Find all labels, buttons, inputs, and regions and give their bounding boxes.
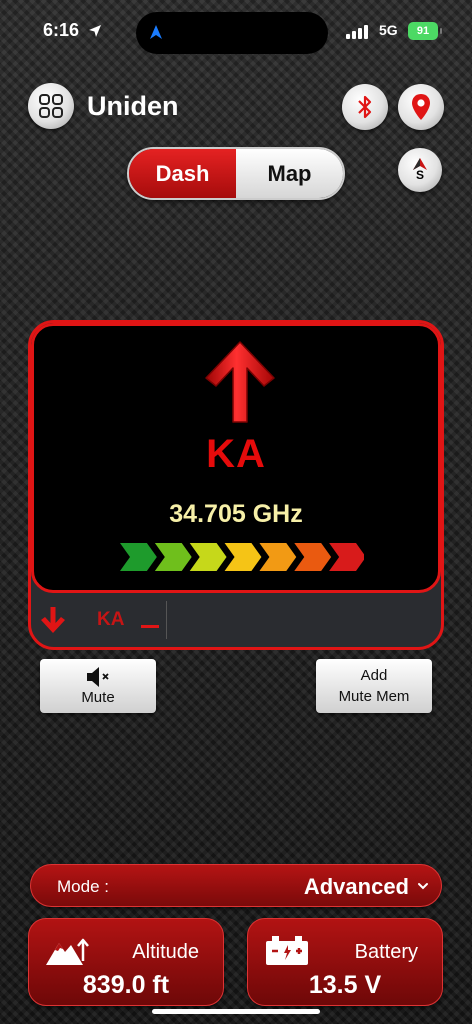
tab-map[interactable]: Map	[236, 149, 343, 198]
strength-chevron-3	[189, 543, 227, 571]
battery-card[interactable]: Battery 13.5 V	[247, 918, 443, 1006]
mute-label: Mute	[81, 689, 115, 706]
location-arrow-icon	[89, 25, 101, 37]
history-divider	[166, 601, 167, 639]
strength-chevron-1	[120, 543, 157, 571]
map-pin-icon	[412, 94, 430, 120]
direction-arrow-down-icon	[41, 607, 65, 633]
alert-display: KA 34.705 GHz	[31, 323, 441, 593]
altitude-label: Altitude	[132, 941, 199, 963]
chevron-down-icon	[418, 883, 428, 890]
direction-arrow-up-icon	[205, 341, 275, 423]
mode-value: Advanced	[303, 874, 409, 899]
strength-chevron-4	[224, 543, 262, 571]
strength-chevron-6	[294, 543, 332, 571]
mountain-altitude-icon	[46, 938, 89, 965]
mode-selector[interactable]: Mode : Advanced	[30, 864, 442, 907]
battery-label: Battery	[354, 941, 418, 963]
grid-menu-icon	[39, 94, 63, 118]
cellular-signal-icon	[346, 25, 372, 39]
strength-chevron-5	[259, 543, 297, 571]
view-tabs: Dash Map	[127, 147, 345, 200]
battery-level-icon: 91	[408, 22, 442, 40]
compass-button[interactable]: S	[398, 148, 442, 192]
network-type: 5G	[379, 22, 398, 38]
status-bar: 6:16 5G 91	[0, 0, 472, 64]
history-cursor	[141, 625, 159, 628]
speaker-mute-icon	[87, 667, 109, 687]
battery-value: 13.5 V	[308, 971, 382, 999]
car-battery-icon	[266, 936, 308, 965]
history-band: KA	[97, 609, 125, 630]
strength-chevron-7	[329, 543, 364, 571]
tab-dash[interactable]: Dash	[129, 149, 236, 198]
home-indicator[interactable]	[152, 1009, 320, 1014]
alert-panel: KA 34.705 GHz KA	[28, 320, 444, 650]
alert-history-row[interactable]: KA	[31, 593, 441, 647]
signal-strength-meter	[120, 543, 364, 571]
bluetooth-icon	[358, 95, 372, 119]
strength-chevron-2	[154, 543, 192, 571]
location-button[interactable]	[398, 84, 444, 130]
navigation-arrow-icon	[150, 25, 162, 39]
app-title: Uniden	[87, 91, 179, 121]
add-mute-label-line2: Mute Mem	[338, 688, 410, 705]
mute-button[interactable]: Mute	[40, 659, 156, 713]
add-mute-label-line1: Add	[360, 667, 388, 684]
alert-band: KA	[206, 432, 266, 476]
alert-frequency: 34.705 GHz	[169, 500, 303, 528]
altitude-value: 839.0 ft	[82, 971, 170, 999]
add-mute-memory-button[interactable]: Add Mute Mem	[316, 659, 432, 713]
mode-label: Mode :	[57, 877, 109, 896]
altitude-card[interactable]: Altitude 839.0 ft	[28, 918, 224, 1006]
dynamic-island	[136, 12, 328, 54]
status-time: 6:16	[43, 20, 80, 40]
compass-heading: S	[415, 168, 424, 182]
menu-button[interactable]	[28, 83, 74, 129]
bluetooth-button[interactable]	[342, 84, 388, 130]
